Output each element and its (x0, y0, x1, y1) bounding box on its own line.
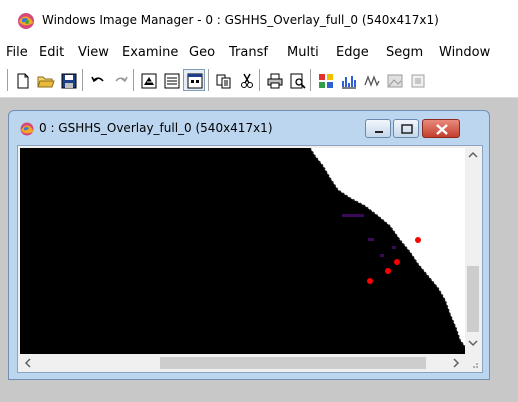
image-window-title: 0 : GSHHS_Overlay_full_0 (540x417x1) (39, 121, 273, 135)
copy-button[interactable] (212, 69, 234, 91)
display-icon (141, 73, 157, 89)
print-button[interactable] (263, 69, 285, 91)
menu-edge[interactable]: Edge (336, 45, 369, 60)
overlay-point (367, 278, 373, 284)
minimize-icon (375, 131, 383, 133)
toolbar-separator (82, 69, 83, 91)
coastline-overlay-image (20, 148, 466, 354)
menu-edit[interactable]: Edit (39, 45, 64, 60)
export-icon (411, 74, 425, 88)
image-view-icon (187, 73, 203, 89)
menu-window[interactable]: Window (439, 45, 490, 60)
horizontal-scroll-thumb[interactable] (160, 357, 426, 369)
toolbar-separator (208, 69, 209, 91)
image-client-area (17, 145, 483, 373)
resize-grip-icon[interactable] (465, 355, 481, 371)
signal-button[interactable] (360, 69, 382, 91)
list-icon (164, 73, 180, 89)
scroll-right-icon[interactable] (452, 358, 460, 371)
cut-icon (241, 73, 253, 88)
save-disk-icon (61, 73, 77, 89)
overlay-point (394, 259, 400, 265)
new-file-button[interactable] (11, 69, 33, 91)
redo-icon (115, 76, 128, 83)
overlay-point (385, 268, 391, 274)
redo-button[interactable] (109, 69, 131, 91)
toolbar-separator (259, 69, 260, 91)
open-button[interactable] (34, 69, 56, 91)
print-preview-icon (290, 73, 306, 89)
menu-segm[interactable]: Segm (386, 45, 423, 60)
undo-icon (91, 76, 104, 83)
image-view-button[interactable] (183, 69, 205, 91)
image-icon (387, 74, 403, 88)
vertical-scrollbar[interactable] (465, 148, 481, 354)
horizontal-scrollbar[interactable] (20, 355, 466, 371)
image-child-window[interactable]: 0 : GSHHS_Overlay_full_0 (540x417x1) (8, 110, 490, 380)
cut-button[interactable] (235, 69, 257, 91)
image-canvas[interactable] (20, 148, 466, 354)
print-preview-button[interactable] (286, 69, 308, 91)
scroll-down-icon[interactable] (468, 339, 478, 350)
menu-geo[interactable]: Geo (189, 45, 215, 60)
toolbar-separator (133, 69, 134, 91)
overlay-point (415, 237, 421, 243)
image-window-icon (20, 122, 34, 136)
save-button[interactable] (57, 69, 79, 91)
scroll-left-icon[interactable] (24, 358, 32, 371)
image-button[interactable] (383, 69, 405, 91)
menu-transf[interactable]: Transf (229, 45, 268, 60)
minimize-button[interactable] (365, 119, 391, 138)
signal-icon (364, 75, 380, 87)
close-icon (436, 124, 448, 135)
close-button[interactable] (422, 119, 460, 138)
app-title: Windows Image Manager - 0 : GSHHS_Overla… (42, 13, 439, 27)
histogram-button[interactable] (337, 69, 359, 91)
copy-icon (216, 74, 231, 89)
vertical-scroll-thumb[interactable] (467, 266, 479, 332)
undo-button[interactable] (86, 69, 108, 91)
display-button[interactable] (137, 69, 159, 91)
print-icon (267, 73, 283, 89)
menu-file[interactable]: File (6, 45, 28, 60)
histogram-icon (342, 76, 356, 89)
open-folder-icon (37, 76, 55, 88)
export-button[interactable] (406, 69, 428, 91)
app-logo-icon (18, 13, 34, 29)
new-file-icon (17, 73, 29, 89)
menu-examine[interactable]: Examine (122, 45, 178, 60)
scroll-up-icon[interactable] (468, 151, 478, 162)
maximize-button[interactable] (393, 119, 419, 138)
menu-multi[interactable]: Multi (287, 45, 319, 60)
menu-view[interactable]: View (78, 45, 109, 60)
toolbar-separator (7, 69, 8, 91)
color-palette-button[interactable] (314, 69, 336, 91)
maximize-icon (401, 124, 413, 134)
toolbar-separator (310, 69, 311, 91)
color-palette-icon (319, 74, 333, 88)
list-button[interactable] (160, 69, 182, 91)
